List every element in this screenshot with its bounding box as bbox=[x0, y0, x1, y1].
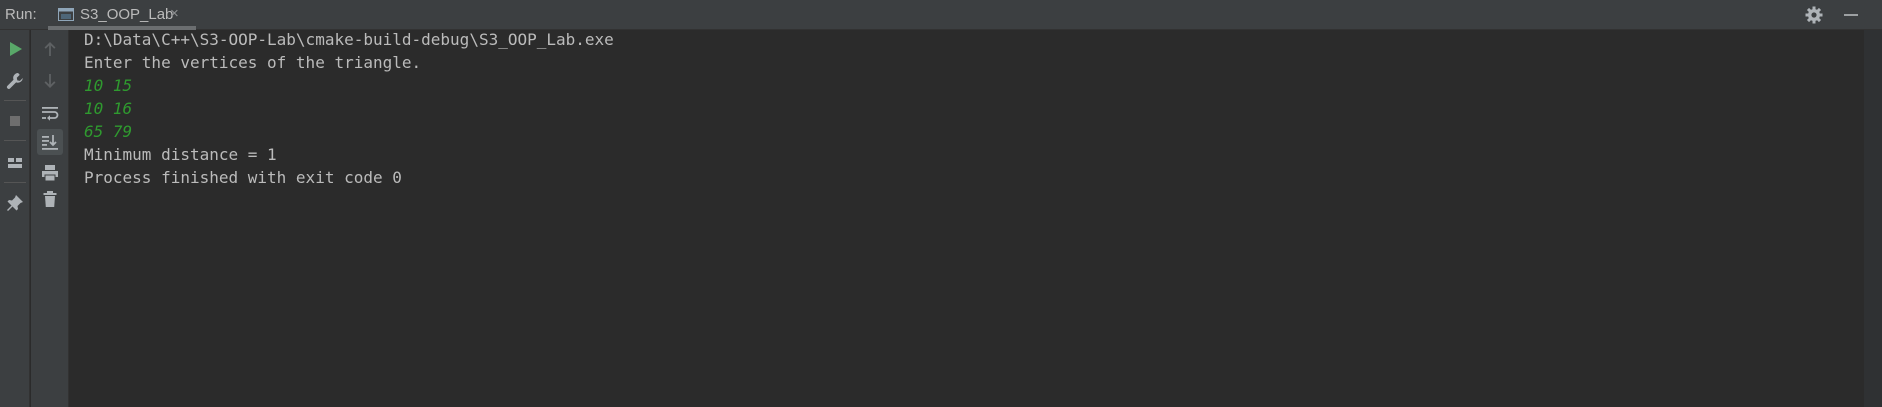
toolbar-separator bbox=[4, 182, 26, 183]
soft-wrap-button[interactable] bbox=[37, 100, 63, 126]
console-line-user-input: 10 16 bbox=[84, 99, 133, 118]
console-line-command: D:\Data\C++\S3-OOP-Lab\cmake-build-debug… bbox=[84, 30, 614, 49]
toolbar-separator bbox=[4, 140, 26, 141]
pin-tab-button[interactable] bbox=[2, 190, 28, 216]
console-line-exit-status: Process finished with exit code 0 bbox=[84, 168, 402, 187]
console-output[interactable]: D:\Data\C++\S3-OOP-Lab\cmake-build-debug… bbox=[69, 30, 1864, 407]
soft-wrap-icon bbox=[42, 107, 59, 121]
console-line-result: Minimum distance = 1 bbox=[84, 145, 277, 164]
minimize-icon[interactable] bbox=[1844, 14, 1858, 16]
console-toolbar bbox=[31, 30, 69, 407]
gear-icon[interactable] bbox=[1804, 5, 1824, 25]
down-arrow-icon bbox=[44, 74, 56, 88]
scroll-to-end-icon bbox=[42, 135, 58, 150]
previous-occurrence-button[interactable] bbox=[37, 36, 63, 62]
wrench-icon bbox=[6, 73, 23, 89]
run-tool-window: Run: S3_OOP_Lab × D:\Data\C++\S3-OOP-Lab… bbox=[0, 0, 1882, 407]
print-button[interactable] bbox=[37, 160, 63, 186]
pin-icon bbox=[7, 195, 23, 211]
console-line-user-input: 10 15 bbox=[84, 76, 133, 95]
next-occurrence-button[interactable] bbox=[37, 68, 63, 94]
run-actions-toolbar bbox=[0, 30, 30, 407]
run-label: Run: bbox=[5, 6, 37, 23]
stop-button[interactable] bbox=[2, 108, 28, 134]
stop-icon bbox=[10, 116, 20, 126]
edit-configuration-button[interactable] bbox=[2, 68, 28, 94]
clear-all-button[interactable] bbox=[37, 186, 63, 212]
trash-icon bbox=[43, 191, 57, 207]
print-icon bbox=[42, 165, 58, 182]
console-line-prompt: Enter the vertices of the triangle. bbox=[84, 53, 422, 72]
scroll-to-end-button[interactable] bbox=[37, 129, 63, 155]
vertical-scrollbar[interactable] bbox=[1864, 30, 1882, 407]
console-line-user-input: 65 79 bbox=[84, 122, 133, 141]
rerun-icon bbox=[10, 42, 22, 56]
close-icon[interactable]: × bbox=[170, 5, 179, 22]
rerun-button[interactable] bbox=[2, 36, 28, 62]
restore-layout-button[interactable] bbox=[2, 150, 28, 176]
console-icon bbox=[58, 8, 74, 21]
tab-label: S3_OOP_Lab bbox=[80, 6, 174, 23]
toolbar-separator bbox=[4, 100, 26, 101]
run-header: Run: S3_OOP_Lab × bbox=[0, 0, 1882, 30]
layout-icon bbox=[8, 158, 22, 168]
up-arrow-icon bbox=[44, 42, 56, 56]
